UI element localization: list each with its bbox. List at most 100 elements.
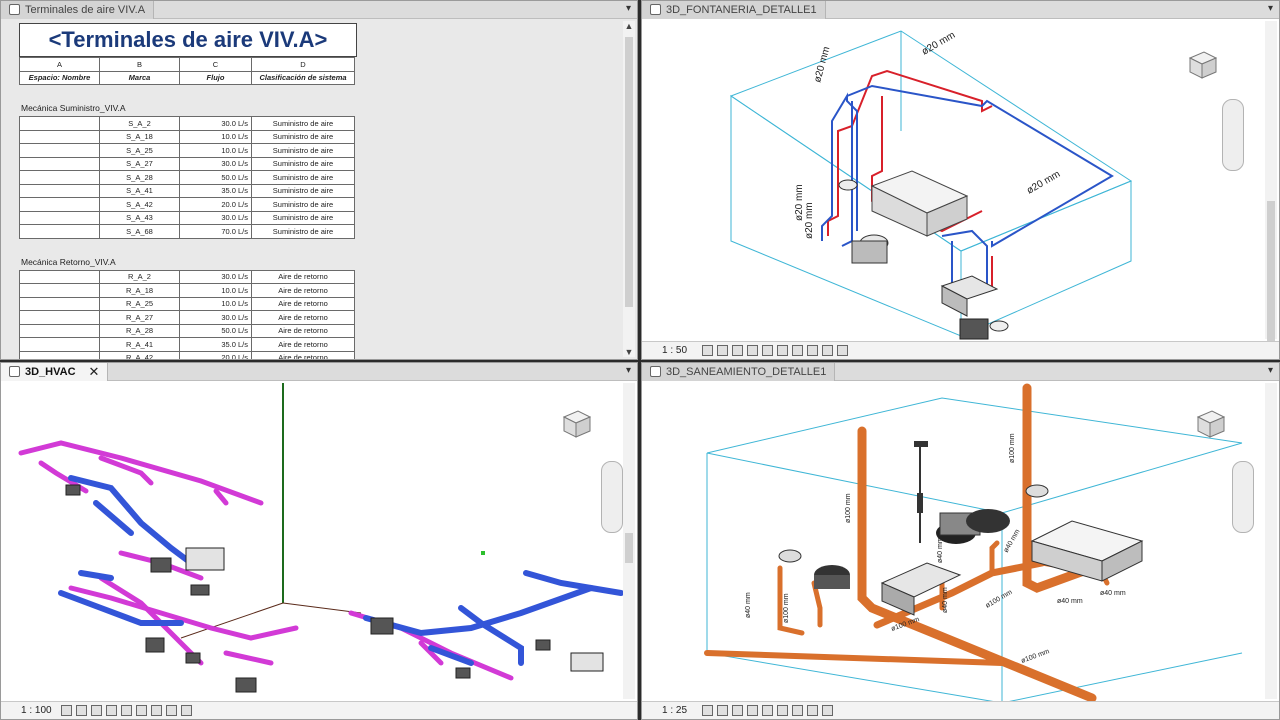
table-cell[interactable]: 35.0 L/s [179, 337, 252, 352]
lock-view-icon[interactable] [792, 705, 803, 716]
table-cell[interactable] [19, 224, 100, 239]
table-row[interactable]: S_A_18 10.0 L/s Suministro de aire [19, 129, 355, 144]
table-cell[interactable]: S_A_18 [99, 129, 180, 144]
table-cell[interactable]: S_A_41 [99, 183, 180, 198]
temporary-hide-icon[interactable] [807, 345, 818, 356]
table-cell[interactable]: Suministro de aire [251, 129, 355, 144]
table-cell[interactable]: 30.0 L/s [179, 210, 252, 225]
table-row[interactable]: S_A_41 35.0 L/s Suministro de aire [19, 183, 355, 198]
column-letter[interactable]: D [251, 57, 355, 72]
column-letter[interactable]: A [19, 57, 100, 72]
shadows-icon[interactable] [106, 705, 117, 716]
table-cell[interactable] [19, 183, 100, 198]
schedule-scrollbar[interactable]: ▲ ▼ [623, 21, 635, 357]
table-cell[interactable]: Suministro de aire [251, 143, 355, 158]
table-cell[interactable]: S_A_2 [99, 116, 180, 131]
table-cell[interactable]: Suministro de aire [251, 210, 355, 225]
reveal-hidden-icon[interactable] [181, 705, 192, 716]
saneamiento-scrollbar[interactable] [1265, 383, 1277, 699]
table-cell[interactable]: S_A_28 [99, 170, 180, 185]
table-row[interactable]: R_A_25 10.0 L/s Aire de retorno [19, 296, 355, 311]
table-cell[interactable] [19, 197, 100, 212]
visual-style-icon[interactable] [717, 705, 728, 716]
table-cell[interactable]: 10.0 L/s [179, 296, 252, 311]
table-cell[interactable]: 50.0 L/s [179, 170, 252, 185]
detail-level-icon[interactable] [702, 345, 713, 356]
reveal-hidden-icon[interactable] [822, 705, 833, 716]
table-cell[interactable]: 10.0 L/s [179, 143, 252, 158]
show-crop-icon[interactable] [777, 345, 788, 356]
table-cell[interactable]: S_A_27 [99, 156, 180, 171]
hvac-canvas[interactable] [1, 363, 638, 720]
table-cell[interactable] [19, 296, 100, 311]
table-cell[interactable]: 30.0 L/s [179, 116, 252, 131]
table-cell[interactable]: Suministro de aire [251, 224, 355, 239]
detail-level-icon[interactable] [61, 705, 72, 716]
table-cell[interactable]: 30.0 L/s [179, 156, 252, 171]
scrollbar-thumb[interactable] [1267, 201, 1275, 351]
column-header[interactable]: Flujo [179, 70, 252, 85]
table-cell[interactable] [19, 337, 100, 352]
table-cell[interactable] [19, 170, 100, 185]
crop-view-icon[interactable] [762, 705, 773, 716]
scrollbar-thumb[interactable] [625, 533, 633, 563]
scrollbar-thumb[interactable] [625, 37, 633, 307]
table-cell[interactable]: Suministro de aire [251, 197, 355, 212]
sun-path-icon[interactable] [91, 705, 102, 716]
reveal-hidden-icon[interactable] [822, 345, 833, 356]
table-row[interactable]: S_A_42 20.0 L/s Suministro de aire [19, 197, 355, 212]
table-cell[interactable]: 10.0 L/s [179, 283, 252, 298]
table-cell[interactable]: Aire de retorno [251, 350, 355, 359]
visual-style-icon[interactable] [76, 705, 87, 716]
scroll-up-icon[interactable]: ▲ [623, 21, 635, 31]
table-cell[interactable]: R_A_42 [99, 350, 180, 359]
table-cell[interactable]: Suministro de aire [251, 183, 355, 198]
table-cell[interactable]: 70.0 L/s [179, 224, 252, 239]
sun-path-icon[interactable] [732, 345, 743, 356]
shadows-icon[interactable] [747, 345, 758, 356]
visual-style-icon[interactable] [717, 345, 728, 356]
table-cell[interactable]: Suministro de aire [251, 156, 355, 171]
table-cell[interactable]: R_A_41 [99, 337, 180, 352]
view-scale[interactable]: 1 : 50 [642, 345, 702, 356]
table-cell[interactable] [19, 143, 100, 158]
table-cell[interactable] [19, 269, 100, 284]
view-scale[interactable]: 1 : 100 [1, 705, 61, 716]
table-cell[interactable]: Aire de retorno [251, 283, 355, 298]
table-cell[interactable]: Aire de retorno [251, 310, 355, 325]
table-cell[interactable]: Aire de retorno [251, 323, 355, 338]
table-cell[interactable]: Suministro de aire [251, 116, 355, 131]
table-cell[interactable] [19, 116, 100, 131]
tab-schedule[interactable]: Terminales de aire VIV.A [1, 1, 155, 19]
lock-view-icon[interactable] [151, 705, 162, 716]
table-cell[interactable]: 20.0 L/s [179, 197, 252, 212]
viewcube-icon[interactable] [1190, 405, 1230, 445]
table-cell[interactable]: S_A_43 [99, 210, 180, 225]
table-cell[interactable] [19, 156, 100, 171]
scroll-down-icon[interactable]: ▼ [623, 347, 635, 357]
table-cell[interactable]: R_A_2 [99, 269, 180, 284]
table-cell[interactable]: 20.0 L/s [179, 350, 252, 359]
table-row[interactable]: S_A_28 50.0 L/s Suministro de aire [19, 170, 355, 185]
table-row[interactable]: R_A_42 20.0 L/s Aire de retorno [19, 350, 355, 359]
fontaneria-scrollbar[interactable] [1265, 21, 1277, 351]
table-cell[interactable]: Suministro de aire [251, 170, 355, 185]
table-row[interactable]: R_A_2 30.0 L/s Aire de retorno [19, 269, 355, 284]
table-cell[interactable]: R_A_28 [99, 323, 180, 338]
table-cell[interactable] [19, 350, 100, 359]
table-row[interactable]: R_A_28 50.0 L/s Aire de retorno [19, 323, 355, 338]
table-cell[interactable]: Aire de retorno [251, 337, 355, 352]
viewcube-icon[interactable] [556, 405, 596, 445]
table-row[interactable]: S_A_27 30.0 L/s Suministro de aire [19, 156, 355, 171]
table-cell[interactable]: Aire de retorno [251, 269, 355, 284]
column-letter[interactable]: C [179, 57, 252, 72]
table-row[interactable]: R_A_41 35.0 L/s Aire de retorno [19, 337, 355, 352]
table-cell[interactable]: 10.0 L/s [179, 129, 252, 144]
table-row[interactable]: R_A_27 30.0 L/s Aire de retorno [19, 310, 355, 325]
table-row[interactable]: S_A_2 30.0 L/s Suministro de aire [19, 116, 355, 131]
table-cell[interactable] [19, 310, 100, 325]
table-row[interactable]: S_A_43 30.0 L/s Suministro de aire [19, 210, 355, 225]
temporary-hide-icon[interactable] [166, 705, 177, 716]
table-cell[interactable] [19, 283, 100, 298]
column-header[interactable]: Espacio: Nombre [19, 70, 100, 85]
